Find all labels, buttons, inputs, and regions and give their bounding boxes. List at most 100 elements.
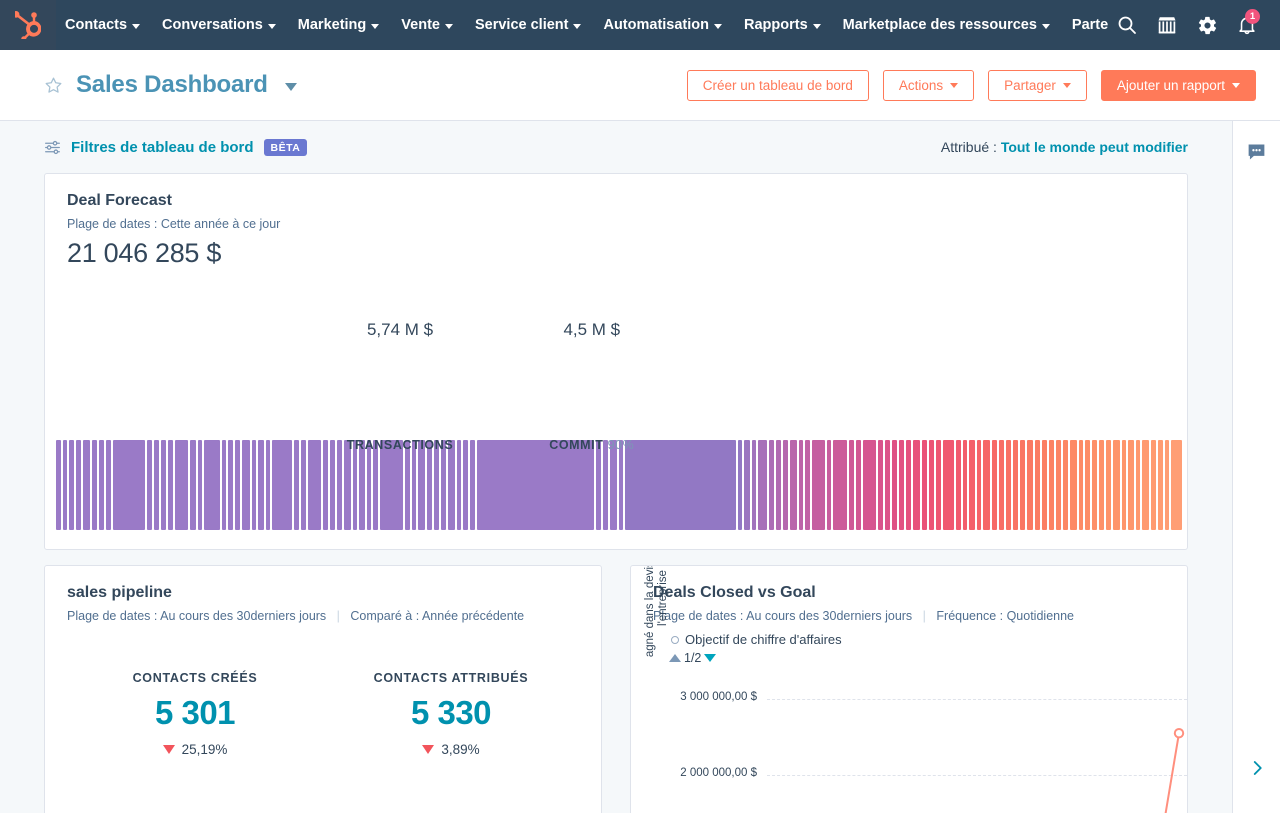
forecast-bar[interactable] — [769, 440, 774, 530]
nav-item-partenaires[interactable]: Partenaires — [1061, 0, 1108, 50]
nav-item-service-client[interactable]: Service client — [464, 0, 593, 50]
forecast-bar[interactable] — [228, 440, 233, 530]
forecast-bar[interactable] — [833, 440, 847, 530]
forecast-bar[interactable] — [1099, 440, 1104, 530]
forecast-bar[interactable] — [242, 440, 250, 530]
forecast-bar[interactable] — [1113, 440, 1120, 530]
forecast-bar[interactable] — [308, 440, 322, 530]
forecast-bar[interactable] — [999, 440, 1004, 530]
nav-item-marketing[interactable]: Marketing — [287, 0, 391, 50]
forecast-bar[interactable] — [113, 440, 145, 530]
forecast-bar[interactable] — [441, 440, 446, 530]
forecast-bar[interactable] — [56, 440, 61, 530]
forecast-bar[interactable] — [610, 440, 617, 530]
chat-button[interactable] — [1233, 121, 1280, 181]
forecast-bar[interactable] — [190, 440, 195, 530]
forecast-bar[interactable] — [344, 440, 351, 530]
forecast-bar[interactable] — [470, 440, 475, 530]
nav-item-rapports[interactable]: Rapports — [733, 0, 832, 50]
hubspot-logo[interactable] — [0, 0, 56, 50]
forecast-bar[interactable] — [799, 440, 804, 530]
forecast-bar[interactable] — [1092, 440, 1097, 530]
forecast-bar[interactable] — [1136, 440, 1141, 530]
nav-item-contacts[interactable]: Contacts — [56, 0, 151, 50]
forecast-bar[interactable] — [418, 440, 425, 530]
forecast-bar[interactable] — [154, 440, 159, 530]
forecast-bar[interactable] — [405, 440, 410, 530]
forecast-bar[interactable] — [330, 440, 335, 530]
forecast-bar[interactable] — [427, 440, 432, 530]
forecast-bar[interactable] — [1128, 440, 1133, 530]
actions-button[interactable]: Actions — [883, 70, 974, 101]
forecast-bar[interactable] — [758, 440, 767, 530]
forecast-bar[interactable] — [412, 440, 417, 530]
forecast-bar[interactable] — [929, 440, 934, 530]
forecast-bar[interactable] — [1142, 440, 1149, 530]
forecast-bar[interactable] — [1049, 440, 1054, 530]
forecast-bar[interactable] — [380, 440, 403, 530]
forecast-bar[interactable] — [1042, 440, 1047, 530]
forecast-bar[interactable] — [367, 440, 372, 530]
forecast-bar[interactable] — [783, 440, 788, 530]
forecast-bar[interactable] — [337, 440, 342, 530]
forecast-bar[interactable] — [92, 440, 97, 530]
forecast-bar[interactable] — [983, 440, 990, 530]
forecast-bar[interactable] — [99, 440, 104, 530]
forecast-bar[interactable] — [161, 440, 166, 530]
dashboard-filters-toggle[interactable]: Filtres de tableau de bord BÊTA — [44, 139, 307, 156]
forecast-bar[interactable] — [1171, 440, 1182, 530]
forecast-bar[interactable] — [1056, 440, 1061, 530]
forecast-bar[interactable] — [596, 440, 601, 530]
forecast-bar[interactable] — [805, 440, 810, 530]
forecast-bar[interactable] — [1158, 440, 1163, 530]
nav-item-vente[interactable]: Vente — [390, 0, 464, 50]
forecast-bar[interactable] — [863, 440, 877, 530]
forecast-bar[interactable] — [922, 440, 927, 530]
forecast-bar[interactable] — [258, 440, 263, 530]
forecast-bar[interactable] — [477, 440, 594, 530]
forecast-bar[interactable] — [204, 440, 219, 530]
forecast-bar[interactable] — [83, 440, 90, 530]
forecast-bar[interactable] — [1085, 440, 1090, 530]
forecast-bar[interactable] — [1070, 440, 1077, 530]
nav-item-marketplace-des-ressources[interactable]: Marketplace des ressources — [832, 0, 1061, 50]
forecast-bar[interactable] — [1151, 440, 1156, 530]
forecast-bar[interactable] — [457, 440, 462, 530]
forecast-bar[interactable] — [1106, 440, 1111, 530]
forecast-bar[interactable] — [977, 440, 982, 530]
forecast-bar[interactable] — [992, 440, 997, 530]
forecast-bar[interactable] — [235, 440, 240, 530]
forecast-bar[interactable] — [878, 440, 883, 530]
forecast-bar[interactable] — [252, 440, 257, 530]
forecast-bar[interactable] — [738, 440, 743, 530]
kpi-value[interactable]: 5 330 — [323, 694, 579, 732]
forecast-bar[interactable] — [943, 440, 954, 530]
forecast-bar[interactable] — [359, 440, 364, 530]
gear-icon[interactable] — [1188, 0, 1226, 50]
forecast-bar[interactable] — [619, 440, 624, 530]
forecast-bar[interactable] — [1013, 440, 1018, 530]
forecast-bar[interactable] — [776, 440, 781, 530]
forecast-bar[interactable] — [1035, 440, 1040, 530]
forecast-bar[interactable] — [294, 440, 299, 530]
forecast-bar[interactable] — [906, 440, 911, 530]
forecast-bar[interactable] — [63, 440, 68, 530]
notifications-bell-icon[interactable]: 1 — [1228, 0, 1266, 50]
forecast-bar[interactable] — [323, 440, 328, 530]
create-dashboard-button[interactable]: Créer un tableau de bord — [687, 70, 869, 101]
chart-legend[interactable]: Objectif de chiffre d'affaires — [653, 632, 1165, 647]
forecast-bar[interactable] — [106, 440, 111, 530]
forecast-bar[interactable] — [175, 440, 189, 530]
forecast-bar[interactable] — [301, 440, 306, 530]
forecast-bar[interactable] — [603, 440, 608, 530]
forecast-bar[interactable] — [373, 440, 378, 530]
forecast-bar[interactable] — [752, 440, 757, 530]
forecast-bar[interactable] — [222, 440, 227, 530]
add-report-button[interactable]: Ajouter un rapport — [1101, 70, 1256, 101]
chevron-down-icon[interactable] — [285, 83, 297, 91]
forecast-bar[interactable] — [266, 440, 271, 530]
forecast-bar[interactable] — [790, 440, 797, 530]
forecast-bar[interactable] — [899, 440, 904, 530]
forecast-bar[interactable] — [892, 440, 897, 530]
forecast-bar[interactable] — [744, 440, 749, 530]
